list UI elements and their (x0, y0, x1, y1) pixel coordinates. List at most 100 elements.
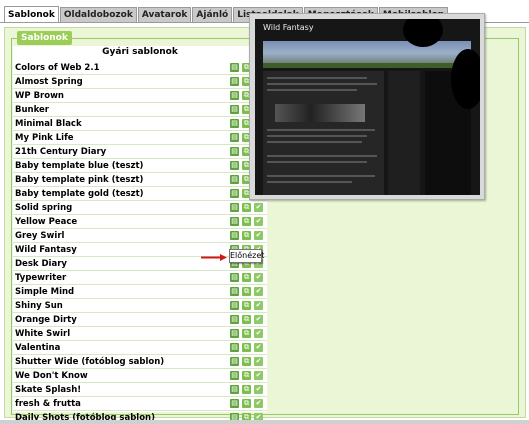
check-icon[interactable]: ✔ (254, 315, 263, 324)
template-name: My Pink Life (15, 133, 74, 143)
template-name: Baby template gold (teszt) (15, 189, 144, 199)
preview-icon[interactable]: ▤ (230, 147, 239, 156)
template-name: Bunker (15, 105, 49, 115)
template-row: Valentina ▤ ⧉ ✔ (13, 341, 267, 355)
template-name: Skate Splash! (15, 385, 82, 395)
copy-icon[interactable]: ⧉ (242, 329, 251, 338)
copy-icon[interactable]: ⧉ (242, 231, 251, 240)
preview-icon[interactable]: ▤ (230, 203, 239, 212)
check-icon[interactable]: ✔ (254, 343, 263, 352)
template-name: Minimal Black (15, 119, 82, 129)
preview-icon[interactable]: ▤ (230, 231, 239, 240)
preview-icon[interactable]: ▤ (230, 119, 239, 128)
copy-icon[interactable]: ⧉ (242, 217, 251, 226)
red-arrow-icon (201, 254, 227, 261)
template-name: Shiny Sun (15, 301, 63, 311)
preview-icon[interactable]: ▤ (230, 385, 239, 394)
preview-content-area (263, 71, 384, 195)
preview-site-title: Wild Fantasy (263, 23, 314, 32)
page: { "tabs": [ {"label": "Sablonok", "activ… (0, 0, 529, 424)
template-name: fresh & frutta (15, 399, 81, 409)
tab-sablonok[interactable]: Sablonok (4, 6, 59, 23)
check-icon[interactable]: ✔ (254, 273, 263, 282)
template-name: We Don't Know (15, 371, 88, 381)
preview-icon[interactable]: ▤ (230, 343, 239, 352)
preview-icon[interactable]: ▤ (230, 63, 239, 72)
template-row: fresh & frutta ▤ ⧉ ✔ (13, 397, 267, 411)
preview-icon[interactable]: ▤ (230, 175, 239, 184)
preview-icon[interactable]: ▤ (230, 273, 239, 282)
preview-icon[interactable]: ▤ (230, 357, 239, 366)
template-row: Bunker▤⧉✔ (13, 103, 267, 117)
copy-icon[interactable]: ⧉ (242, 315, 251, 324)
preview-icon[interactable]: ▤ (230, 217, 239, 226)
preview-icon[interactable]: ▤ (230, 161, 239, 170)
tab-aj-nl-[interactable]: Ajánló (192, 7, 233, 23)
template-row: Simple Mind ▤ ⧉ ✔ (13, 285, 267, 299)
template-name: Colors of Web 2.1 (15, 63, 100, 73)
template-name: Yellow Peace (15, 217, 78, 227)
preview-icon[interactable]: ▤ (230, 301, 239, 310)
template-list: Gyári sablonok Colors of Web 2.1▤⧉✔Almos… (13, 46, 267, 423)
preview-icon[interactable]: ▤ (230, 315, 239, 324)
copy-icon[interactable]: ⧉ (242, 399, 251, 408)
template-name: Solid spring (15, 203, 73, 213)
template-row: Typewriter ▤ ⧉ ✔ (13, 271, 267, 285)
copy-icon[interactable]: ⧉ (242, 385, 251, 394)
copy-icon[interactable]: ⧉ (242, 343, 251, 352)
check-icon[interactable]: ✔ (254, 301, 263, 310)
check-icon[interactable]: ✔ (254, 357, 263, 366)
template-name: Typewriter (15, 273, 67, 283)
check-icon[interactable]: ✔ (254, 217, 263, 226)
template-row: WP Brown▤⧉✔ (13, 89, 267, 103)
copy-icon[interactable]: ⧉ (242, 287, 251, 296)
template-row: Shiny Sun ▤ ⧉ ✔ (13, 299, 267, 313)
bottom-border (0, 420, 529, 424)
check-icon[interactable]: ✔ (254, 371, 263, 380)
preview-icon[interactable]: ▤ (230, 371, 239, 380)
check-icon[interactable]: ✔ (254, 399, 263, 408)
template-row: Baby template blue (teszt)▤⧉✔ (13, 159, 267, 173)
copy-icon[interactable]: ⧉ (242, 203, 251, 212)
preview-screenshot: Wild Fantasy (255, 19, 480, 195)
copy-icon[interactable]: ⧉ (242, 357, 251, 366)
copy-icon[interactable]: ⧉ (242, 301, 251, 310)
preview-icon[interactable]: ▤ (230, 189, 239, 198)
template-row: Baby template gold (teszt)▤⧉✔ (13, 187, 267, 201)
preview-icon[interactable]: ▤ (230, 105, 239, 114)
template-name: Wild Fantasy (15, 245, 77, 255)
preview-icon[interactable]: ▤ (230, 287, 239, 296)
tab-avatarok[interactable]: Avatarok (137, 7, 192, 23)
check-icon[interactable]: ✔ (254, 287, 263, 296)
preview-icon[interactable]: ▤ (230, 133, 239, 142)
template-row: Solid spring ▤ ⧉ ✔ (13, 201, 267, 215)
section-legend: Sablonok (17, 31, 72, 45)
template-preview-popup: Wild Fantasy (249, 13, 485, 200)
preview-sidebar (388, 71, 420, 195)
preview-icon[interactable]: ▤ (230, 77, 239, 86)
preview-icon[interactable]: ▤ (230, 91, 239, 100)
preview-splat (451, 49, 480, 109)
check-icon[interactable]: ✔ (254, 231, 263, 240)
template-name: Desk Diary (15, 259, 67, 269)
preview-photo (275, 104, 365, 122)
template-row: Minimal Black▤⧉✔ (13, 117, 267, 131)
template-name: WP Brown (15, 91, 64, 101)
template-name: Valentina (15, 343, 61, 353)
template-row: Skate Splash! ▤ ⧉ ✔ (13, 383, 267, 397)
template-name: Grey Swirl (15, 231, 65, 241)
template-row: We Don't Know ▤ ⧉ ✔ (13, 369, 267, 383)
check-icon[interactable]: ✔ (254, 203, 263, 212)
tab-oldaldobozok[interactable]: Oldaldobozok (59, 7, 137, 23)
copy-icon[interactable]: ⧉ (242, 273, 251, 282)
check-icon[interactable]: ✔ (254, 385, 263, 394)
template-row: Baby template pink (teszt)▤⧉✔ (13, 173, 267, 187)
check-icon[interactable]: ✔ (254, 329, 263, 338)
template-row: My Pink Life▤⧉✔ (13, 131, 267, 145)
template-row: White Swirl ▤ ⧉ ✔ (13, 327, 267, 341)
copy-icon[interactable]: ⧉ (242, 371, 251, 380)
preview-icon[interactable]: ▤ (230, 399, 239, 408)
template-row: Yellow Peace ▤ ⧉ ✔ (13, 215, 267, 229)
template-row: Colors of Web 2.1▤⧉✔ (13, 61, 267, 75)
preview-icon[interactable]: ▤ (230, 329, 239, 338)
